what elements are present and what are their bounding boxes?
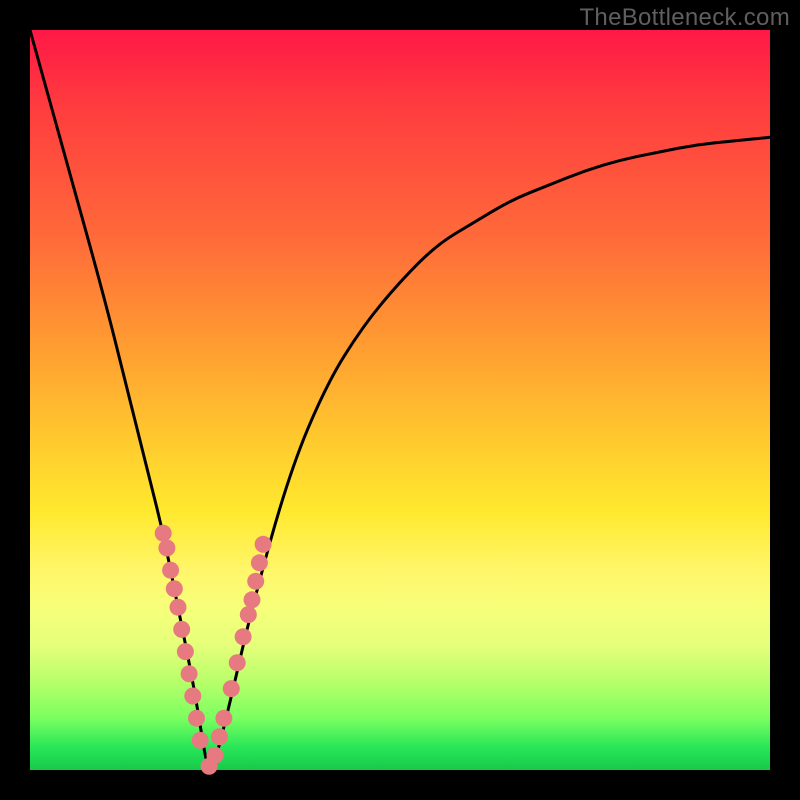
bottleneck-curve	[30, 30, 770, 767]
highlight-dot	[211, 728, 228, 745]
highlight-dot	[166, 580, 183, 597]
highlight-dot	[244, 591, 261, 608]
highlight-dot	[181, 665, 198, 682]
highlight-dot	[162, 562, 179, 579]
chart-frame: TheBottleneck.com	[0, 0, 800, 800]
highlight-dot	[155, 525, 172, 542]
highlight-dot	[229, 654, 246, 671]
highlight-dot	[223, 680, 240, 697]
curve-layer	[30, 30, 770, 770]
highlight-dot	[251, 554, 268, 571]
highlight-dot	[235, 628, 252, 645]
highlight-dot	[188, 710, 205, 727]
highlight-dot	[240, 606, 257, 623]
highlight-dot	[177, 643, 194, 660]
highlight-dot	[170, 599, 187, 616]
highlight-dot	[173, 621, 190, 638]
highlight-dot	[207, 747, 224, 764]
highlight-dot	[215, 710, 232, 727]
highlight-dot	[192, 732, 209, 749]
highlight-dot	[158, 540, 175, 557]
watermark-text: TheBottleneck.com	[579, 4, 790, 32]
plot-area	[30, 30, 770, 770]
highlight-dots	[155, 525, 272, 775]
highlight-dot	[255, 536, 272, 553]
highlight-dot	[247, 573, 264, 590]
highlight-dot	[184, 688, 201, 705]
